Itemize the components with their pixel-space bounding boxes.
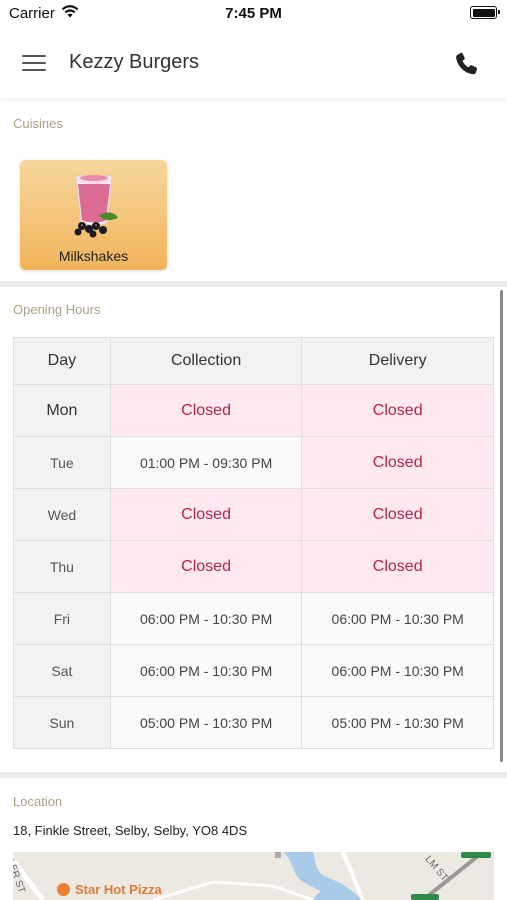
restaurant-pin-icon[interactable] <box>57 883 70 896</box>
cuisine-card-milkshakes[interactable]: Milkshakes <box>20 160 167 270</box>
table-row: Tue 01:00 PM - 09:30 PM Closed <box>13 436 494 489</box>
address-text: 18, Finkle Street, Selby, Selby, YO8 4DS <box>13 823 248 838</box>
location-map[interactable]: LER ST LM ST Star Hot Pizza <box>13 852 494 900</box>
collection-cell: Closed <box>109 488 303 541</box>
scrollbar[interactable] <box>500 290 503 762</box>
phone-icon[interactable] <box>453 50 481 78</box>
collection-cell: Closed <box>109 540 303 593</box>
column-header-collection: Collection <box>109 337 303 385</box>
status-bar: Carrier 7:45 PM <box>0 0 507 28</box>
collection-cell: Closed <box>109 384 303 437</box>
day-cell: Sun <box>13 696 111 749</box>
app-bar: Kezzy Burgers <box>0 28 507 98</box>
delivery-cell: 05:00 PM - 10:30 PM <box>301 696 494 749</box>
battery-icon <box>470 6 500 19</box>
table-row: Thu Closed Closed <box>13 540 494 593</box>
milkshake-image <box>74 175 118 238</box>
collection-cell: 05:00 PM - 10:30 PM <box>109 696 303 749</box>
day-cell: Thu <box>13 540 111 593</box>
delivery-cell: Closed <box>301 384 494 437</box>
day-cell: Fri <box>13 592 111 645</box>
delivery-cell: Closed <box>301 488 494 541</box>
day-cell: Wed <box>13 488 111 541</box>
day-cell: Tue <box>13 436 111 489</box>
delivery-cell: Closed <box>301 436 494 489</box>
page-title: Kezzy Burgers <box>69 51 200 73</box>
section-divider <box>0 772 507 778</box>
opening-hours-table: Day Collection Delivery Mon Closed Close… <box>13 337 494 749</box>
column-header-delivery: Delivery <box>301 337 494 385</box>
map-poi-label[interactable]: Star Hot Pizza <box>75 882 162 897</box>
cuisine-name: Milkshakes <box>58 248 129 264</box>
clock: 7:45 PM <box>225 5 282 22</box>
opening-hours-heading: Opening Hours <box>13 302 101 317</box>
table-row: Wed Closed Closed <box>13 488 494 541</box>
table-row: Fri 06:00 PM - 10:30 PM 06:00 PM - 10:30… <box>13 592 494 645</box>
table-row: Mon Closed Closed <box>13 384 494 437</box>
delivery-cell: 06:00 PM - 10:30 PM <box>301 644 494 697</box>
cuisines-heading: Cuisines <box>13 116 63 131</box>
collection-cell: 06:00 PM - 10:30 PM <box>109 592 303 645</box>
delivery-cell: 06:00 PM - 10:30 PM <box>301 592 494 645</box>
location-heading: Location <box>13 794 63 809</box>
column-header-day: Day <box>13 337 111 385</box>
table-row: Sun 05:00 PM - 10:30 PM 05:00 PM - 10:30… <box>13 696 494 749</box>
table-row: Sat 06:00 PM - 10:30 PM 06:00 PM - 10:30… <box>13 644 494 697</box>
section-divider <box>0 281 507 287</box>
collection-cell: 01:00 PM - 09:30 PM <box>109 436 303 489</box>
table-header-row: Day Collection Delivery <box>13 337 494 385</box>
day-cell: Sat <box>13 644 111 697</box>
day-cell: Mon <box>13 384 111 437</box>
delivery-cell: Closed <box>301 540 494 593</box>
hamburger-menu-icon[interactable] <box>22 52 48 74</box>
collection-cell: 06:00 PM - 10:30 PM <box>109 644 303 697</box>
